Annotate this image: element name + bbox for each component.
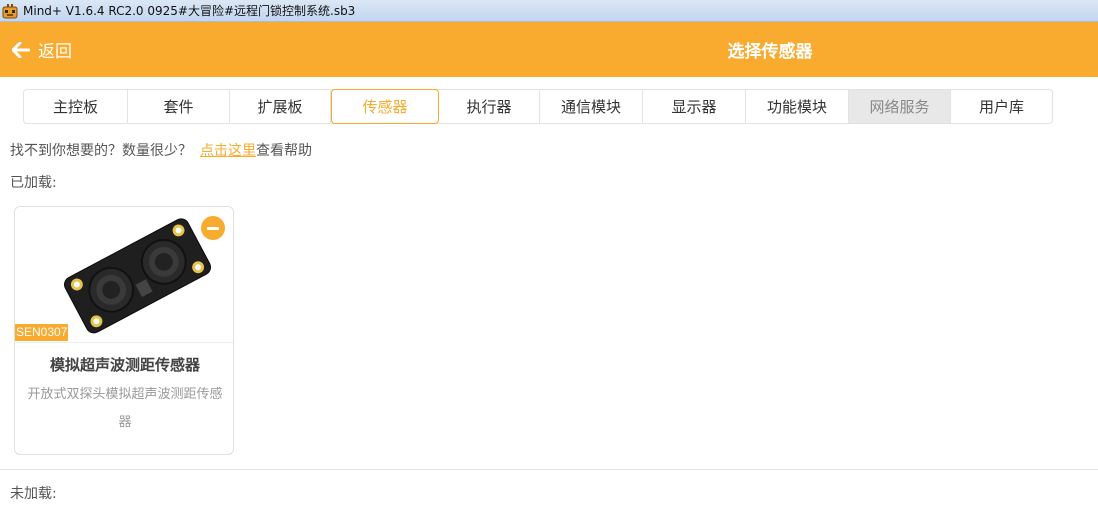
sensor-card-title: 模拟超声波测距传感器 [49, 356, 200, 374]
tab-kit[interactable]: 套件 [128, 90, 230, 123]
sensor-card-description: 开放式双探头模拟超声波测距传感器 [27, 387, 223, 430]
section-divider [0, 469, 1098, 470]
help-text: 找不到你想要的？数量很少？ 点击这里查看帮助 [10, 140, 312, 160]
unloaded-section-label: 未加载: [10, 486, 57, 502]
tab-actuator[interactable]: 执行器 [439, 90, 540, 123]
help-link[interactable]: 点击这里 [200, 143, 256, 159]
mind-plus-app-icon [2, 3, 18, 18]
page-title: 选择传感器 [727, 42, 813, 62]
tab-function-module[interactable]: 功能模块 [746, 90, 849, 123]
tab-sensor[interactable]: 传感器 [331, 89, 439, 124]
help-prefix: 找不到你想要的？数量很少？ [10, 143, 192, 159]
back-button[interactable]: 返回 [12, 22, 72, 77]
back-label: 返回 [38, 42, 72, 62]
page-header: 选择传感器 返回 [0, 22, 1098, 77]
tab-display[interactable]: 显示器 [643, 90, 746, 123]
loaded-section-label: 已加载: [10, 175, 57, 191]
window-titlebar: Mind+ V1.6.4 RC2.0 0925#大冒险#远程门锁控制系统.sb3 [0, 0, 1098, 22]
window-title: Mind+ V1.6.4 RC2.0 0925#大冒险#远程门锁控制系统.sb3 [23, 4, 356, 18]
category-tabs: 主控板 套件 扩展板 传感器 执行器 通信模块 显示器 功能模块 网络服务 用户… [23, 89, 1053, 124]
help-suffix: 查看帮助 [256, 143, 312, 159]
remove-button[interactable] [201, 216, 225, 240]
tab-communication-module[interactable]: 通信模块 [540, 90, 643, 123]
tab-main-board[interactable]: 主控板 [24, 90, 128, 123]
minus-icon [207, 226, 219, 230]
sku-badge: SEN0307 [15, 324, 69, 341]
tab-network-service[interactable]: 网络服务 [849, 90, 951, 123]
sensor-card[interactable]: SEN0307 模拟超声波测距传感器 开放式双探头模拟超声波测距传感器 [14, 206, 234, 455]
tab-user-library[interactable]: 用户库 [951, 90, 1052, 123]
arrow-left-icon [12, 41, 30, 58]
tab-expansion-board[interactable]: 扩展板 [230, 90, 331, 123]
